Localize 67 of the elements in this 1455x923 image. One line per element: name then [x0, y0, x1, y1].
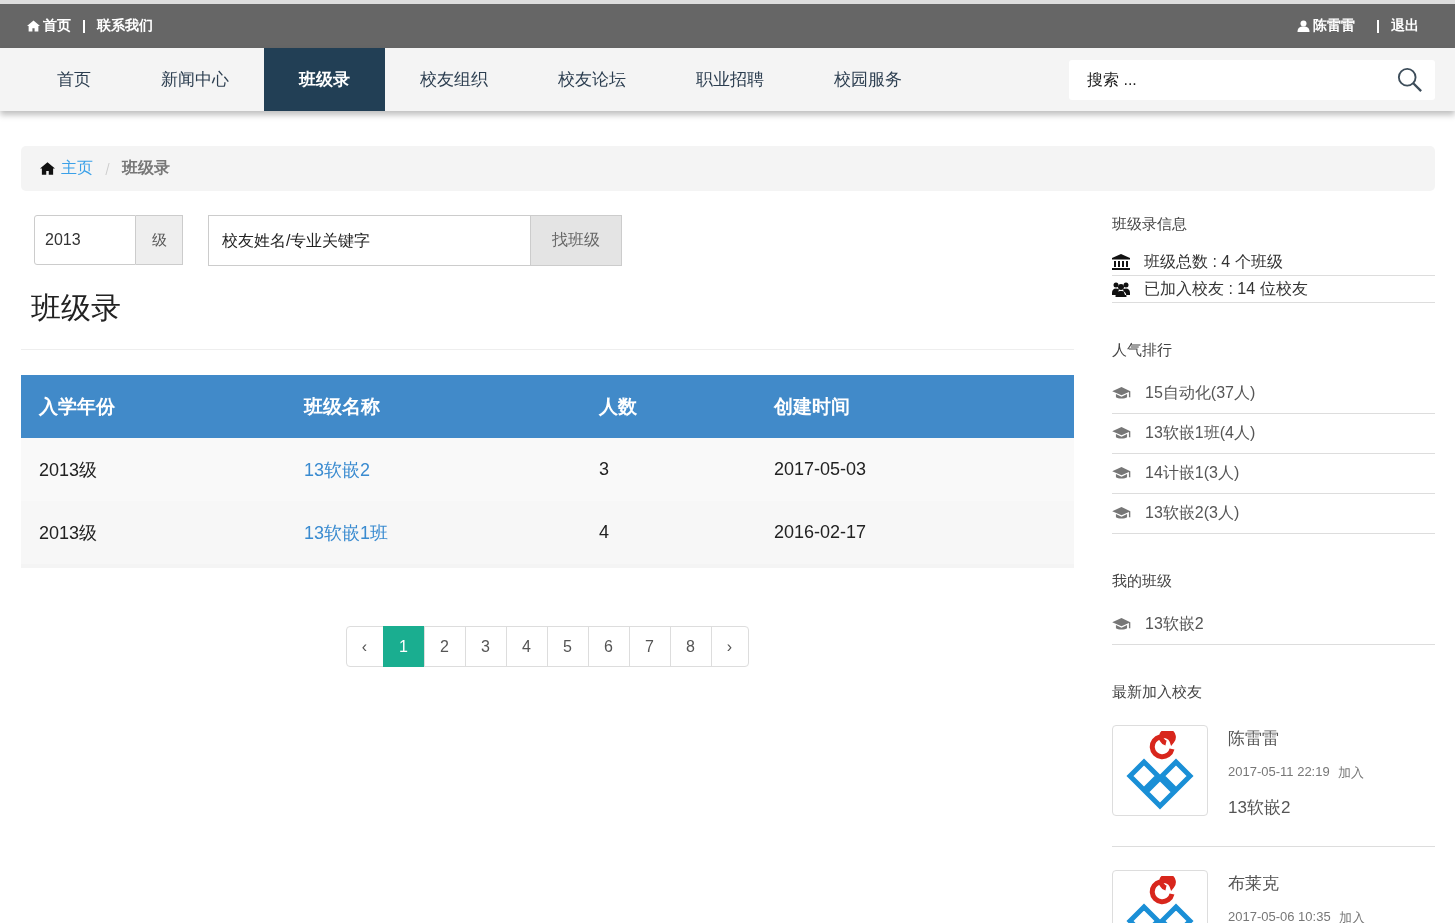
- nav-tab[interactable]: 新闻中心: [126, 48, 264, 111]
- section-title: 我的班级: [1112, 572, 1173, 591]
- nav-tab[interactable]: 校友组织: [385, 48, 523, 111]
- home-link[interactable]: 首页: [27, 17, 71, 35]
- nav-tab[interactable]: 班级录: [264, 48, 385, 111]
- nav-tab[interactable]: 首页: [22, 48, 126, 111]
- group-icon: [1112, 281, 1130, 297]
- join-time: 2017-05-11 22:19: [1228, 764, 1330, 781]
- graduation-cap-icon: [1112, 507, 1131, 520]
- member-class: 13软嵌2: [1228, 797, 1292, 819]
- column-header: 人数: [599, 394, 638, 419]
- info-text: 班级总数 : 4 个班级: [1144, 251, 1283, 272]
- page-button[interactable]: 8: [669, 626, 712, 667]
- member-name[interactable]: 布莱克: [1228, 872, 1365, 895]
- class-link[interactable]: 13软嵌1班: [304, 520, 599, 545]
- user-icon: [1297, 20, 1310, 32]
- column-header: 入学年份: [37, 394, 116, 419]
- graduation-cap-icon: [1112, 387, 1131, 400]
- home-icon: [27, 20, 40, 32]
- home-icon: [40, 162, 55, 175]
- table-cell-text: 3: [599, 459, 610, 480]
- class-link[interactable]: 13软嵌2: [1145, 614, 1204, 635]
- year-suffix: 级: [136, 215, 183, 265]
- avatar-image[interactable]: [1112, 725, 1208, 816]
- class-link[interactable]: 13软嵌2: [304, 457, 599, 482]
- logout-link[interactable]: 退出: [1391, 17, 1419, 35]
- table-cell-text: 2013级: [38, 521, 99, 545]
- column-header: 创建时间: [774, 394, 850, 419]
- breadcrumb-current: 班级录: [122, 158, 170, 178]
- class-link[interactable]: 14计嵌1(3人): [1145, 463, 1240, 484]
- keyword-field[interactable]: 校友姓名/专业关键字: [208, 215, 531, 266]
- class-link[interactable]: 13软嵌1班(4人): [1145, 423, 1256, 444]
- class-link[interactable]: 15自动化(37人): [1145, 383, 1256, 404]
- user-link[interactable]: 陈雷雷: [1297, 17, 1355, 35]
- search-field[interactable]: 搜索 ...: [1069, 59, 1435, 100]
- table-cell: 2016-02-17: [774, 522, 867, 543]
- page-button[interactable]: 6: [587, 626, 630, 667]
- contact-link[interactable]: 联系我们: [97, 17, 153, 35]
- page-button[interactable]: 4: [505, 626, 548, 667]
- page-button[interactable]: 2: [423, 626, 466, 667]
- search-icon[interactable]: [1397, 66, 1423, 93]
- graduation-cap-icon: [1112, 618, 1131, 631]
- table-cell-text: 4: [599, 522, 610, 543]
- bank-icon: [1112, 254, 1130, 270]
- table-cell-text: 2013级: [38, 458, 99, 482]
- nav-tab[interactable]: 校友论坛: [523, 48, 661, 111]
- section-title: 人气排行: [1112, 341, 1173, 360]
- section-title: 最新加入校友: [1112, 683, 1203, 702]
- page-button[interactable]: 5: [546, 626, 589, 667]
- join-label: 加入: [1337, 764, 1364, 782]
- graduation-cap-icon: [1112, 467, 1131, 480]
- section-title: 班级录信息: [1112, 215, 1188, 234]
- info-text: 已加入校友 : 14 位校友: [1144, 278, 1308, 299]
- page-button[interactable]: 7: [628, 626, 671, 667]
- nav-tab[interactable]: 校园服务: [799, 48, 937, 111]
- join-time: 2017-05-06 10:35: [1228, 909, 1331, 923]
- member-name[interactable]: 陈雷雷: [1228, 727, 1364, 750]
- page-heading: 班级录: [31, 290, 122, 326]
- year-field[interactable]: 2013: [34, 215, 136, 265]
- nav-tab[interactable]: 职业招聘: [661, 48, 799, 111]
- next-page-button[interactable]: ›: [710, 626, 749, 667]
- find-class-button[interactable]: 找班级: [531, 215, 622, 266]
- graduation-cap-icon: [1112, 427, 1131, 440]
- page-button[interactable]: 3: [464, 626, 507, 667]
- table-cell: 2017-05-03: [774, 459, 867, 480]
- column-header: 班级名称: [304, 394, 381, 419]
- class-link[interactable]: 13软嵌2(3人): [1145, 503, 1240, 524]
